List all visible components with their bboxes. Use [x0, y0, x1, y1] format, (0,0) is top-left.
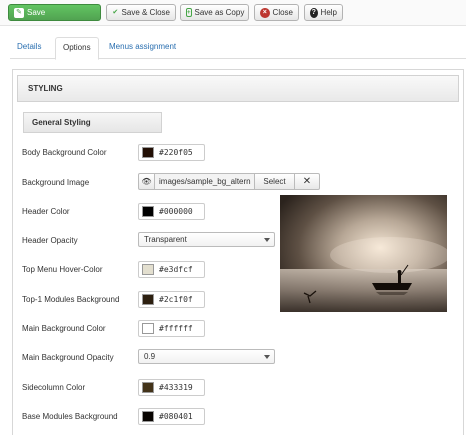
close-icon: × — [260, 7, 270, 18]
toolbar: ✎ Save ✔ Save & Close + Save as Copy × C… — [0, 0, 466, 26]
color-swatch[interactable] — [142, 147, 154, 158]
close-button[interactable]: × Close — [254, 4, 299, 21]
top-menu-hover-label: Top Menu Hover-Color — [22, 265, 103, 274]
close-label: Close — [272, 8, 293, 17]
chevron-down-icon — [264, 355, 270, 359]
sidecolumn-color-field[interactable]: #433319 — [138, 379, 205, 396]
help-button[interactable]: ? Help — [304, 4, 343, 21]
color-swatch[interactable] — [142, 382, 154, 393]
color-swatch[interactable] — [142, 264, 154, 275]
tab-details[interactable]: Details — [10, 37, 48, 59]
save-copy-button[interactable]: + Save as Copy — [180, 4, 249, 21]
select-value: Transparent — [144, 235, 187, 244]
background-image-preview — [280, 195, 447, 312]
clear-image-button[interactable]: ✕ — [294, 173, 320, 190]
main-bg-opacity-label: Main Background Opacity — [22, 353, 114, 362]
preview-eye-icon[interactable]: 👁 — [138, 173, 155, 190]
tab-bar: Details Options Menus assignment — [10, 37, 466, 60]
color-value: #ffffff — [159, 324, 193, 333]
body-bg-color-field[interactable]: #220f05 — [138, 144, 205, 161]
tab-options[interactable]: Options — [55, 37, 99, 60]
bg-image-label: Background Image — [22, 178, 90, 187]
lake-boat-image — [280, 195, 447, 312]
background-image-field: 👁 images/sample_bg_altern Select ✕ — [138, 173, 320, 190]
save-label: Save — [27, 8, 46, 17]
save-close-label: Save & Close — [121, 8, 170, 17]
base-modules-bg-label: Base Modules Background — [22, 412, 118, 421]
color-swatch[interactable] — [142, 323, 154, 334]
base-modules-bg-color-field[interactable]: #080401 — [138, 408, 205, 425]
color-value: #080401 — [159, 412, 193, 421]
select-value: 0.9 — [144, 352, 156, 361]
top1-modules-bg-color-field[interactable]: #2c1f0f — [138, 291, 205, 308]
top1-modules-bg-label: Top-1 Modules Background — [22, 295, 120, 304]
select-image-button[interactable]: Select — [254, 173, 295, 190]
check-icon: ✔ — [112, 8, 119, 16]
color-value: #000000 — [159, 207, 193, 216]
header-opacity-label: Header Opacity — [22, 236, 78, 245]
header-opacity-select[interactable]: Transparent — [138, 232, 275, 247]
color-value: #220f05 — [159, 148, 193, 157]
copy-icon: + — [186, 8, 192, 17]
chevron-down-icon — [264, 238, 270, 242]
help-label: Help — [320, 8, 337, 17]
image-path-input[interactable]: images/sample_bg_altern — [154, 173, 255, 190]
save-icon: ✎ — [14, 7, 24, 18]
panel-title[interactable]: STYLING — [17, 75, 459, 102]
main-bg-opacity-select[interactable]: 0.9 — [138, 349, 275, 364]
general-styling-header: General Styling — [23, 112, 162, 133]
save-copy-label: Save as Copy — [194, 8, 245, 17]
help-icon: ? — [310, 7, 318, 18]
header-color-label: Header Color — [22, 207, 70, 216]
sidecolumn-label: Sidecolumn Color — [22, 383, 86, 392]
top-menu-hover-color-field[interactable]: #e3dfcf — [138, 261, 205, 278]
save-button[interactable]: ✎ Save — [8, 4, 101, 21]
color-swatch[interactable] — [142, 294, 154, 305]
color-value: #433319 — [159, 383, 193, 392]
main-bg-label: Main Background Color — [22, 324, 106, 333]
tab-menus-assignment[interactable]: Menus assignment — [102, 37, 183, 59]
main-bg-color-field[interactable]: #ffffff — [138, 320, 205, 337]
save-close-button[interactable]: ✔ Save & Close — [106, 4, 176, 21]
color-swatch[interactable] — [142, 206, 154, 217]
color-value: #e3dfcf — [159, 265, 193, 274]
color-value: #2c1f0f — [159, 295, 193, 304]
header-color-field[interactable]: #000000 — [138, 203, 205, 220]
body-bg-label: Body Background Color — [22, 148, 107, 157]
color-swatch[interactable] — [142, 411, 154, 422]
